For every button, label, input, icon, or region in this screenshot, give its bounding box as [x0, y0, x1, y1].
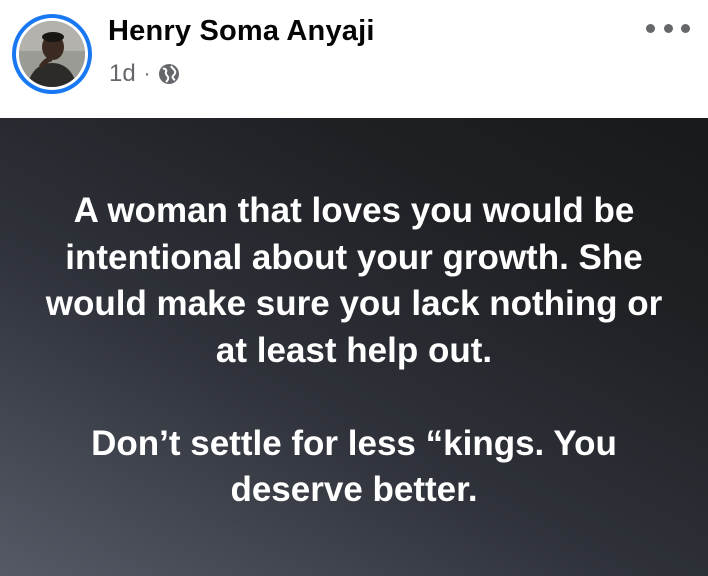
avatar[interactable] [12, 14, 92, 94]
post-meta: 1d · [109, 60, 180, 88]
avatar-border [16, 18, 88, 90]
post-header: Henry Soma Anyaji 1d · [0, 0, 708, 118]
profile-photo-icon [19, 21, 85, 87]
post-timestamp[interactable]: 1d [109, 60, 136, 88]
post-paragraph: A woman that loves you would be intentio… [45, 191, 663, 370]
avatar-photo [19, 21, 85, 87]
meta-separator: · [143, 62, 151, 85]
post-paragraph: Don’t settle for less “kings. You deserv… [91, 423, 617, 510]
post-background-card[interactable]: A woman that loves you would be intentio… [0, 118, 708, 576]
globe-icon[interactable] [158, 63, 180, 85]
more-options-button[interactable] [646, 16, 690, 40]
post-text: A woman that loves you would be intentio… [30, 188, 678, 514]
author-name[interactable]: Henry Soma Anyaji [108, 15, 375, 48]
more-horizontal-icon [646, 23, 655, 33]
more-horizontal-icon [681, 23, 690, 33]
more-horizontal-icon [663, 23, 673, 33]
